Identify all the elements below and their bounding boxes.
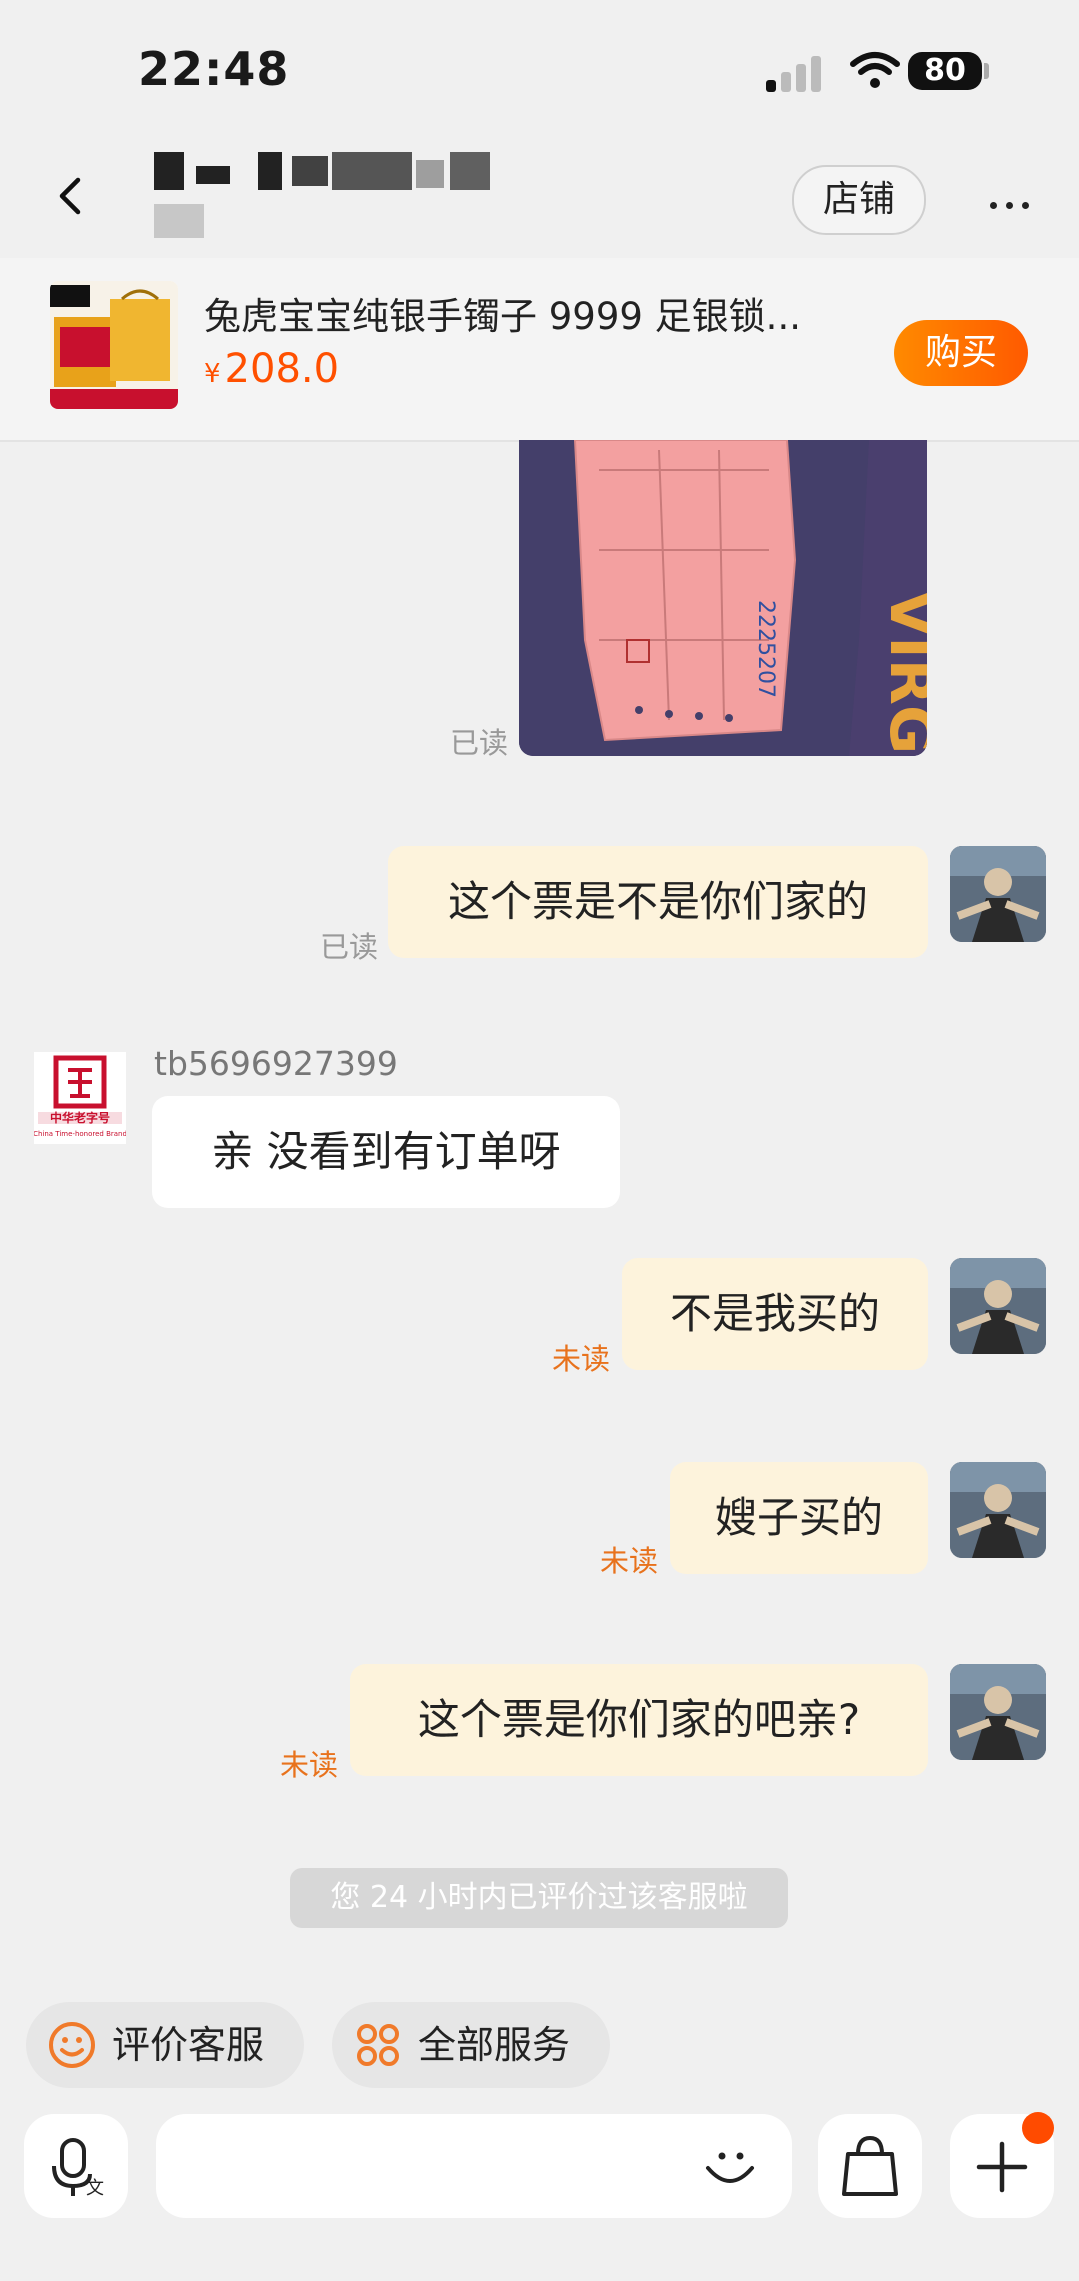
svg-text:中华老字号: 中华老字号	[50, 1110, 110, 1125]
svg-text:China Time-honored Brand: China Time-honored Brand	[34, 1130, 126, 1138]
user-avatar[interactable]	[950, 1664, 1046, 1760]
rate-service-label: 评价客服	[112, 2023, 265, 2067]
sender-name: tb5696927399	[154, 1044, 398, 1083]
message-bubble[interactable]: 嫂子买的	[670, 1462, 928, 1574]
grid-icon	[357, 2024, 399, 2066]
more-options-icon[interactable]	[990, 194, 1038, 213]
notification-dot	[1022, 2112, 1054, 2144]
user-avatar[interactable]	[950, 846, 1046, 942]
voice-input-button[interactable]: 文	[24, 2114, 128, 2218]
read-status: 已读	[320, 930, 379, 964]
product-title[interactable]: 兔虎宝宝纯银手镯子 9999 足银锁...	[204, 286, 801, 340]
wifi-icon	[850, 52, 900, 88]
all-services-button[interactable]: 全部服务	[332, 2002, 610, 2088]
shop-name-redacted	[154, 152, 504, 242]
signal-icon	[766, 52, 822, 92]
battery-level: 80	[924, 53, 966, 88]
read-status: 已读	[450, 726, 509, 760]
shopping-bag-button[interactable]	[818, 2114, 922, 2218]
user-avatar[interactable]	[950, 1258, 1046, 1354]
message-bubble[interactable]: 这个票是你们家的吧亲?	[350, 1664, 928, 1776]
currency-symbol: ¥	[204, 359, 221, 389]
product-thumbnail[interactable]	[50, 281, 178, 409]
unread-status: 未读	[600, 1544, 659, 1578]
buy-button[interactable]: 购买	[894, 320, 1028, 386]
shop-button[interactable]: 店铺	[792, 165, 926, 235]
shopping-bag-icon	[842, 2135, 898, 2196]
message-bubble[interactable]: 这个票是不是你们家的	[388, 846, 928, 958]
status-time: 22:48	[138, 42, 290, 96]
battery-tip	[984, 63, 989, 79]
emoji-icon[interactable]	[700, 2138, 760, 2198]
svg-text:VIRGINIA: VIRGINIA	[876, 590, 927, 756]
svg-text:文: 文	[86, 2178, 104, 2199]
microphone-icon: 文	[52, 2138, 104, 2199]
unread-status: 未读	[280, 1748, 339, 1782]
seller-avatar[interactable]: 中华老字号 China Time-honored Brand	[33, 1052, 127, 1144]
receipt-photo-message[interactable]: VIRGINIA 2225207	[519, 440, 927, 756]
unread-status: 未读	[552, 1342, 611, 1376]
message-bubble[interactable]: 不是我买的	[622, 1258, 928, 1370]
product-price: ¥208.0	[204, 346, 339, 392]
svg-text:2225207: 2225207	[753, 600, 778, 698]
message-input[interactable]	[156, 2114, 792, 2218]
message-bubble[interactable]: 亲 没看到有订单呀	[152, 1096, 620, 1208]
rate-service-button[interactable]: 评价客服	[26, 2002, 304, 2088]
back-arrow-icon[interactable]	[50, 176, 90, 216]
all-services-label: 全部服务	[418, 2023, 571, 2067]
system-notice: 您 24 小时内已评价过该客服啦	[290, 1868, 788, 1928]
price-value: 208.0	[224, 346, 340, 392]
smiley-icon	[49, 2022, 95, 2068]
user-avatar[interactable]	[950, 1462, 1046, 1558]
